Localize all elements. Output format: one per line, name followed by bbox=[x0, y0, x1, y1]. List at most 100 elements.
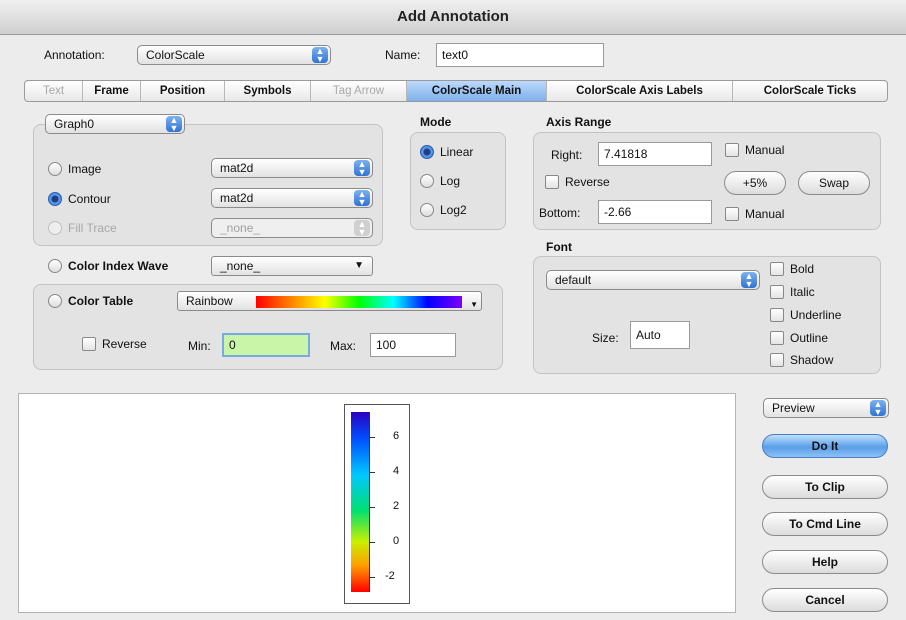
colorscale-bar bbox=[351, 412, 369, 592]
contour-radio-label: Contour bbox=[68, 192, 111, 206]
italic-label: Italic bbox=[790, 285, 815, 299]
colorscale-preview: 6 4 2 0 -2 bbox=[344, 404, 410, 604]
do-it-button[interactable]: Do It bbox=[762, 434, 888, 458]
swap-button[interactable]: Swap bbox=[798, 171, 870, 195]
shadow-checkbox[interactable]: Shadow bbox=[770, 353, 833, 367]
dropdown-triangle-icon: ▼ bbox=[470, 300, 478, 309]
min-label: Min: bbox=[188, 339, 211, 353]
color-index-wave-radio[interactable]: Color Index Wave bbox=[48, 259, 168, 273]
checkbox-icon bbox=[770, 308, 784, 322]
color-index-wave-popup-value: _none_ bbox=[220, 259, 261, 273]
tab-frame[interactable]: Frame bbox=[83, 81, 141, 101]
font-popup-value: default bbox=[555, 273, 592, 287]
radio-icon bbox=[420, 203, 434, 217]
color-table-radio[interactable]: Color Table bbox=[48, 294, 133, 308]
tick-label-2: 2 bbox=[393, 500, 400, 512]
tab-symbols[interactable]: Symbols bbox=[225, 81, 311, 101]
image-radio-label: Image bbox=[68, 162, 102, 176]
axis-reverse-checkbox[interactable]: Reverse bbox=[545, 175, 610, 189]
add-annotation-dialog: Add Annotation Annotation: ColorScale ▲ ▼… bbox=[0, 0, 906, 620]
underline-label: Underline bbox=[790, 308, 842, 322]
popup-arrows-icon: ▲ ▼ bbox=[354, 190, 370, 207]
tab-colorscale-axis-labels[interactable]: ColorScale Axis Labels bbox=[547, 81, 733, 101]
dropdown-triangle-icon: ▼ bbox=[354, 260, 364, 271]
tab-colorscale-ticks[interactable]: ColorScale Ticks bbox=[733, 81, 887, 101]
popup-arrows-icon: ▲ ▼ bbox=[312, 47, 328, 64]
to-clip-button[interactable]: To Clip bbox=[762, 475, 888, 499]
mode-title: Mode bbox=[420, 115, 452, 129]
right-field[interactable]: 7.41818 bbox=[598, 142, 712, 166]
outline-checkbox[interactable]: Outline bbox=[770, 331, 828, 345]
radio-selected-icon bbox=[48, 192, 62, 206]
font-size-field[interactable]: Auto bbox=[630, 321, 690, 349]
help-button[interactable]: Help bbox=[762, 550, 888, 574]
bottom-label: Bottom: bbox=[539, 206, 581, 220]
preview-popup-value: Preview bbox=[772, 401, 815, 415]
name-field[interactable]: text0 bbox=[436, 43, 604, 67]
color-index-wave-label: Color Index Wave bbox=[68, 259, 169, 273]
font-size-label: Size: bbox=[592, 331, 619, 345]
radio-icon bbox=[48, 221, 62, 235]
radio-icon bbox=[48, 259, 62, 273]
bold-label: Bold bbox=[790, 262, 815, 276]
plus-5-percent-button[interactable]: +5% bbox=[724, 171, 786, 195]
contour-radio[interactable]: Contour bbox=[48, 192, 111, 206]
fill-trace-popup[interactable]: _none_ ▲ ▼ bbox=[211, 218, 373, 238]
tab-text[interactable]: Text bbox=[25, 81, 83, 101]
bold-checkbox[interactable]: Bold bbox=[770, 262, 814, 276]
checkbox-icon bbox=[725, 207, 739, 221]
fill-trace-popup-value: _none_ bbox=[220, 221, 261, 235]
mode-log2-radio[interactable]: Log2 bbox=[420, 203, 467, 217]
tick-label-6: 6 bbox=[393, 430, 400, 442]
tab-colorscale-main[interactable]: ColorScale Main bbox=[407, 81, 547, 101]
right-manual-label: Manual bbox=[745, 143, 785, 157]
shadow-label: Shadow bbox=[790, 353, 834, 367]
max-field[interactable]: 100 bbox=[370, 333, 456, 357]
right-manual-checkbox[interactable]: Manual bbox=[725, 143, 784, 157]
mode-log-radio[interactable]: Log bbox=[420, 174, 460, 188]
graph-popup[interactable]: Graph0 ▲ ▼ bbox=[45, 114, 185, 134]
checkbox-icon bbox=[770, 331, 784, 345]
radio-icon bbox=[48, 294, 62, 308]
underline-checkbox[interactable]: Underline bbox=[770, 308, 841, 322]
axis-reverse-label: Reverse bbox=[565, 175, 610, 189]
color-table-reverse-checkbox[interactable]: Reverse bbox=[82, 337, 147, 351]
contour-popup[interactable]: mat2d ▲ ▼ bbox=[211, 188, 373, 208]
popup-arrows-icon: ▲ ▼ bbox=[166, 116, 182, 133]
fill-trace-radio[interactable]: Fill Trace bbox=[48, 221, 117, 235]
italic-checkbox[interactable]: Italic bbox=[770, 285, 815, 299]
image-popup-value: mat2d bbox=[220, 161, 254, 175]
tab-tag-arrow[interactable]: Tag Arrow bbox=[311, 81, 407, 101]
mode-linear-radio[interactable]: Linear bbox=[420, 145, 473, 159]
tab-bar: Text Frame Position Symbols Tag Arrow Co… bbox=[24, 80, 888, 102]
bottom-manual-checkbox[interactable]: Manual bbox=[725, 207, 784, 221]
annotation-label: Annotation: bbox=[44, 48, 105, 62]
checkbox-icon bbox=[82, 337, 96, 351]
graph-popup-value: Graph0 bbox=[54, 117, 95, 131]
min-field[interactable]: 0 bbox=[222, 333, 310, 357]
font-popup[interactable]: default ▲ ▼ bbox=[546, 270, 760, 290]
image-radio[interactable]: Image bbox=[48, 162, 101, 176]
tab-position[interactable]: Position bbox=[141, 81, 225, 101]
right-label: Right: bbox=[551, 148, 583, 162]
name-label: Name: bbox=[385, 48, 421, 62]
color-index-wave-popup[interactable]: _none_ ▼ bbox=[211, 256, 373, 276]
colorscale-axis-line bbox=[369, 412, 370, 592]
mode-linear-label: Linear bbox=[440, 145, 474, 159]
checkbox-icon bbox=[770, 285, 784, 299]
popup-arrows-icon: ▲ ▼ bbox=[354, 160, 370, 177]
to-cmd-line-button[interactable]: To Cmd Line bbox=[762, 512, 888, 536]
color-table-popup[interactable]: Rainbow ▼ bbox=[177, 291, 482, 311]
preview-popup[interactable]: Preview ▲ ▼ bbox=[763, 398, 889, 418]
cancel-button[interactable]: Cancel bbox=[762, 588, 888, 612]
checkbox-icon bbox=[770, 353, 784, 367]
bottom-field[interactable]: -2.66 bbox=[598, 200, 712, 224]
axis-range-title: Axis Range bbox=[546, 115, 612, 129]
font-title: Font bbox=[546, 240, 572, 254]
max-label: Max: bbox=[330, 339, 357, 353]
radio-icon bbox=[420, 174, 434, 188]
annotation-type-value: ColorScale bbox=[146, 48, 205, 62]
annotation-type-popup[interactable]: ColorScale ▲ ▼ bbox=[137, 45, 331, 65]
radio-selected-icon bbox=[420, 145, 434, 159]
image-popup[interactable]: mat2d ▲ ▼ bbox=[211, 158, 373, 178]
